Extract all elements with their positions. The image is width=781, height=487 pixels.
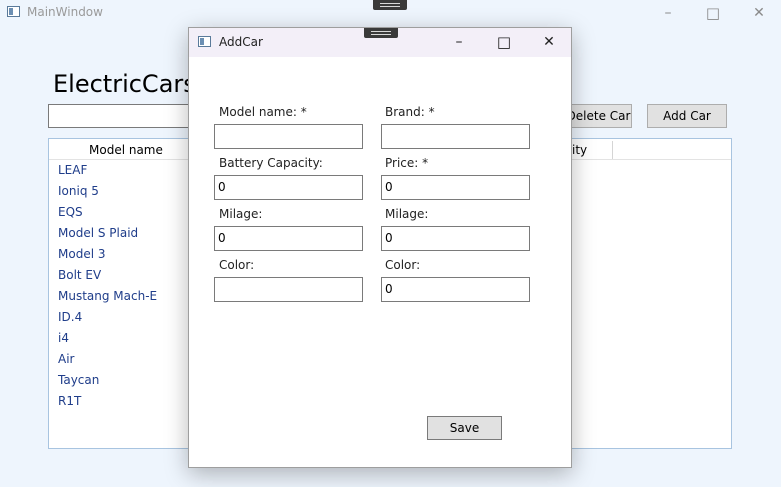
dialog-close-button[interactable]: ✕: [527, 29, 571, 55]
dialog-maximize-button[interactable]: □: [482, 29, 526, 55]
model-name-label: Model name: *: [219, 105, 307, 119]
column-header-model-name[interactable]: Model name: [89, 143, 163, 157]
drag-grip-icon[interactable]: [364, 28, 398, 38]
price-field[interactable]: 0: [381, 175, 530, 200]
main-window-title: MainWindow: [27, 5, 103, 19]
color-field-right[interactable]: 0: [381, 277, 530, 302]
maximize-icon: □: [705, 4, 721, 22]
color-label-right: Color:: [385, 258, 421, 272]
close-icon: ✕: [543, 34, 555, 50]
main-maximize-button[interactable]: □: [691, 0, 735, 26]
add-car-button[interactable]: Add Car: [647, 104, 727, 128]
main-close-button[interactable]: ✕: [737, 0, 781, 26]
search-input[interactable]: [48, 104, 198, 128]
save-label: Save: [449, 421, 480, 435]
minimize-icon: –: [455, 34, 463, 50]
maximize-icon: □: [496, 33, 512, 51]
brand-label: Brand: *: [385, 105, 435, 119]
column-divider[interactable]: [612, 141, 613, 159]
app-window-icon: [7, 6, 20, 17]
app-window-icon: [198, 36, 211, 47]
milage-label: Milage:: [219, 207, 263, 221]
main-titlebar[interactable]: MainWindow – □ ✕: [0, 0, 781, 26]
brand-field[interactable]: [381, 124, 530, 149]
add-car-dialog: AddCar – □ ✕ Model name: * Brand: * Batt…: [188, 27, 572, 468]
color-field[interactable]: [214, 277, 363, 302]
battery-capacity-field[interactable]: 0: [214, 175, 363, 200]
page-title: ElectricCars: [53, 70, 196, 98]
close-icon: ✕: [753, 5, 765, 21]
delete-car-button[interactable]: Delete Car: [566, 104, 632, 128]
dialog-titlebar[interactable]: AddCar – □ ✕: [189, 28, 571, 57]
column-header-capacity[interactable]: ity: [572, 143, 587, 157]
color-label: Color:: [219, 258, 255, 272]
drag-grip-icon[interactable]: [373, 0, 407, 10]
main-minimize-button[interactable]: –: [646, 0, 690, 26]
delete-car-label: Delete Car: [566, 109, 631, 123]
add-car-label: Add Car: [663, 109, 711, 123]
milage-field[interactable]: 0: [214, 226, 363, 251]
save-button[interactable]: Save: [427, 416, 502, 440]
dialog-minimize-button[interactable]: –: [437, 29, 481, 55]
price-label: Price: *: [385, 156, 429, 170]
minimize-icon: –: [664, 5, 672, 21]
dialog-title: AddCar: [219, 35, 263, 49]
model-name-field[interactable]: [214, 124, 363, 149]
milage-field-right[interactable]: 0: [381, 226, 530, 251]
battery-capacity-label: Battery Capacity:: [219, 156, 323, 170]
milage-label-right: Milage:: [385, 207, 429, 221]
